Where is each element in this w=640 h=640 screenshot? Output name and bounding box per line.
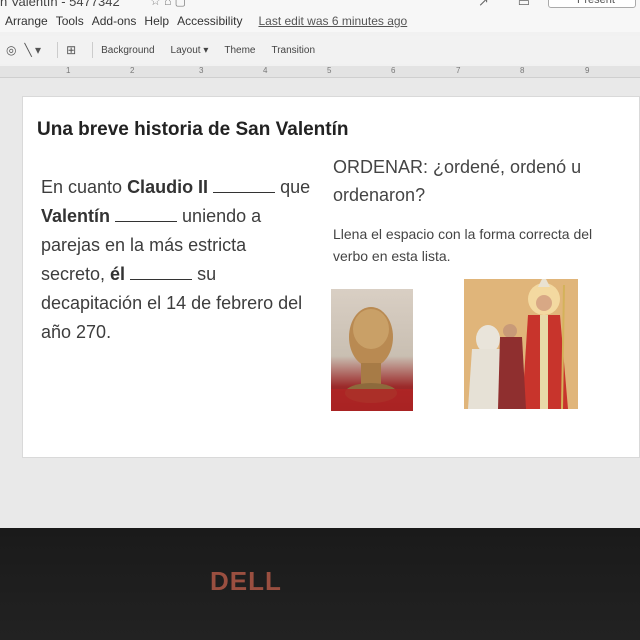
blank-2	[115, 221, 178, 222]
ruler-number: 5	[327, 66, 332, 75]
sentence-textbox[interactable]: En cuanto Claudio II que Valentín uniend…	[41, 173, 311, 347]
present-button[interactable]: Present	[548, 0, 636, 8]
shape-tool-icon[interactable]: ◎	[6, 43, 16, 57]
ruler[interactable]: 1 2 3 4 5 6 7 8 9	[0, 66, 640, 78]
activity-icon[interactable]: ↗ ▭	[478, 0, 530, 10]
theme-button[interactable]: Theme	[224, 45, 255, 56]
layout-button[interactable]: Layout ▾	[171, 45, 209, 56]
ruler-number: 2	[130, 66, 135, 75]
last-edit-link[interactable]: Last edit was 6 minutes ago	[258, 14, 407, 28]
sentence-text: que	[275, 177, 311, 197]
ruler-number: 1	[66, 66, 71, 75]
comment-icon[interactable]: ⊞	[66, 43, 76, 57]
ordenar-heading[interactable]: ORDENAR: ¿ordené, ordenó u ordenaron?	[333, 153, 623, 209]
slide[interactable]: Una breve historia de San Valentín En cu…	[22, 96, 640, 458]
ruler-number: 6	[391, 66, 396, 75]
toolbar: ◎ ╲ ▾ ⊞ Background Layout ▾ Theme Transi…	[0, 36, 640, 64]
ruler-number: 8	[520, 66, 525, 75]
menu-arrange[interactable]: Arrange	[5, 14, 48, 28]
blank-1	[213, 192, 276, 193]
star-icon[interactable]: ☆ ⌂ ▢	[150, 0, 186, 8]
claudio-bust-image[interactable]	[331, 289, 413, 411]
menu-help[interactable]: Help	[144, 14, 169, 28]
transition-button[interactable]: Transition	[271, 45, 315, 56]
el-text: él	[110, 264, 126, 284]
claudio-text: Claudio II	[127, 177, 209, 197]
toolbar-divider	[57, 42, 59, 58]
ruler-number: 4	[263, 66, 268, 75]
laptop-bezel	[0, 528, 640, 640]
screen: n Valentín - 5477342 ☆ ⌂ ▢ ↗ ▭ Present A…	[0, 0, 640, 528]
document-title[interactable]: n Valentín - 5477342	[0, 0, 120, 9]
valentin-text: Valentín	[41, 206, 111, 226]
sentence-text: En cuanto	[41, 177, 128, 197]
saint-valentine-painting[interactable]	[464, 279, 578, 409]
title-bar: n Valentín - 5477342 ☆ ⌂ ▢ ↗ ▭ Present	[0, 0, 640, 10]
slide-title[interactable]: Una breve historia de San Valentín	[37, 119, 349, 141]
ruler-number: 3	[199, 66, 204, 75]
line-tool-icon[interactable]: ╲ ▾	[24, 43, 41, 57]
menu-addons[interactable]: Add-ons	[92, 14, 137, 28]
dell-logo: DELL	[210, 566, 282, 596]
menu-tools[interactable]: Tools	[56, 14, 84, 28]
toolbar-divider	[92, 42, 94, 58]
blank-3	[130, 279, 193, 280]
ruler-number: 9	[585, 66, 590, 75]
menu-bar: Arrange Tools Add-ons Help Accessibility…	[0, 10, 640, 32]
instructions-text[interactable]: Llena el espacio con la forma correcta d…	[333, 223, 613, 267]
menu-accessibility[interactable]: Accessibility	[177, 14, 242, 28]
ruler-number: 7	[456, 66, 461, 75]
background-button[interactable]: Background	[101, 45, 154, 56]
